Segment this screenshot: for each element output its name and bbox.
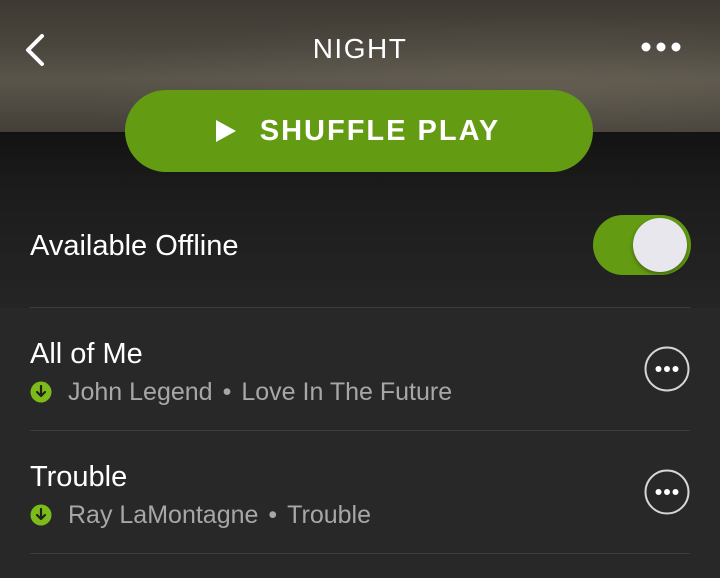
- more-options-button[interactable]: [636, 34, 686, 60]
- downloaded-icon: [30, 504, 52, 526]
- available-offline-label: Available Offline: [30, 230, 239, 262]
- more-circle-icon: [644, 469, 690, 515]
- playlist-screen: NIGHT SHUFFLE PLAY Available Offline All…: [0, 0, 720, 578]
- track-row[interactable]: Trouble Ray LaMontagne • Trouble: [0, 431, 720, 553]
- separator-dot: •: [268, 501, 278, 529]
- track-album: Love In The Future: [241, 378, 453, 406]
- downloaded-icon: [30, 381, 52, 403]
- track-subtitle: John Legend • Love In The Future: [30, 374, 452, 410]
- shuffle-play-button[interactable]: SHUFFLE PLAY: [125, 90, 593, 172]
- available-offline-toggle[interactable]: [593, 215, 691, 275]
- track-subtitle: Ray LaMontagne • Trouble: [30, 497, 371, 533]
- toggle-knob: [633, 218, 687, 272]
- page-title: NIGHT: [312, 33, 408, 64]
- track-album: Trouble: [287, 501, 372, 529]
- track-title: All of Me: [30, 338, 143, 370]
- more-circle-icon: [644, 346, 690, 392]
- play-icon: [215, 120, 236, 142]
- track-title: Trouble: [30, 461, 128, 493]
- track-row[interactable]: All of Me John Legend • Love In The Futu…: [0, 308, 720, 430]
- shuffle-play-label: SHUFFLE PLAY: [259, 114, 501, 147]
- track-artist: John Legend: [68, 378, 213, 406]
- divider: [30, 553, 690, 554]
- separator-dot: •: [222, 378, 232, 406]
- track-artist: Ray LaMontagne: [68, 501, 259, 529]
- track-more-button[interactable]: [644, 346, 690, 392]
- more-horizontal-icon: [641, 42, 681, 52]
- track-more-button[interactable]: [644, 469, 690, 515]
